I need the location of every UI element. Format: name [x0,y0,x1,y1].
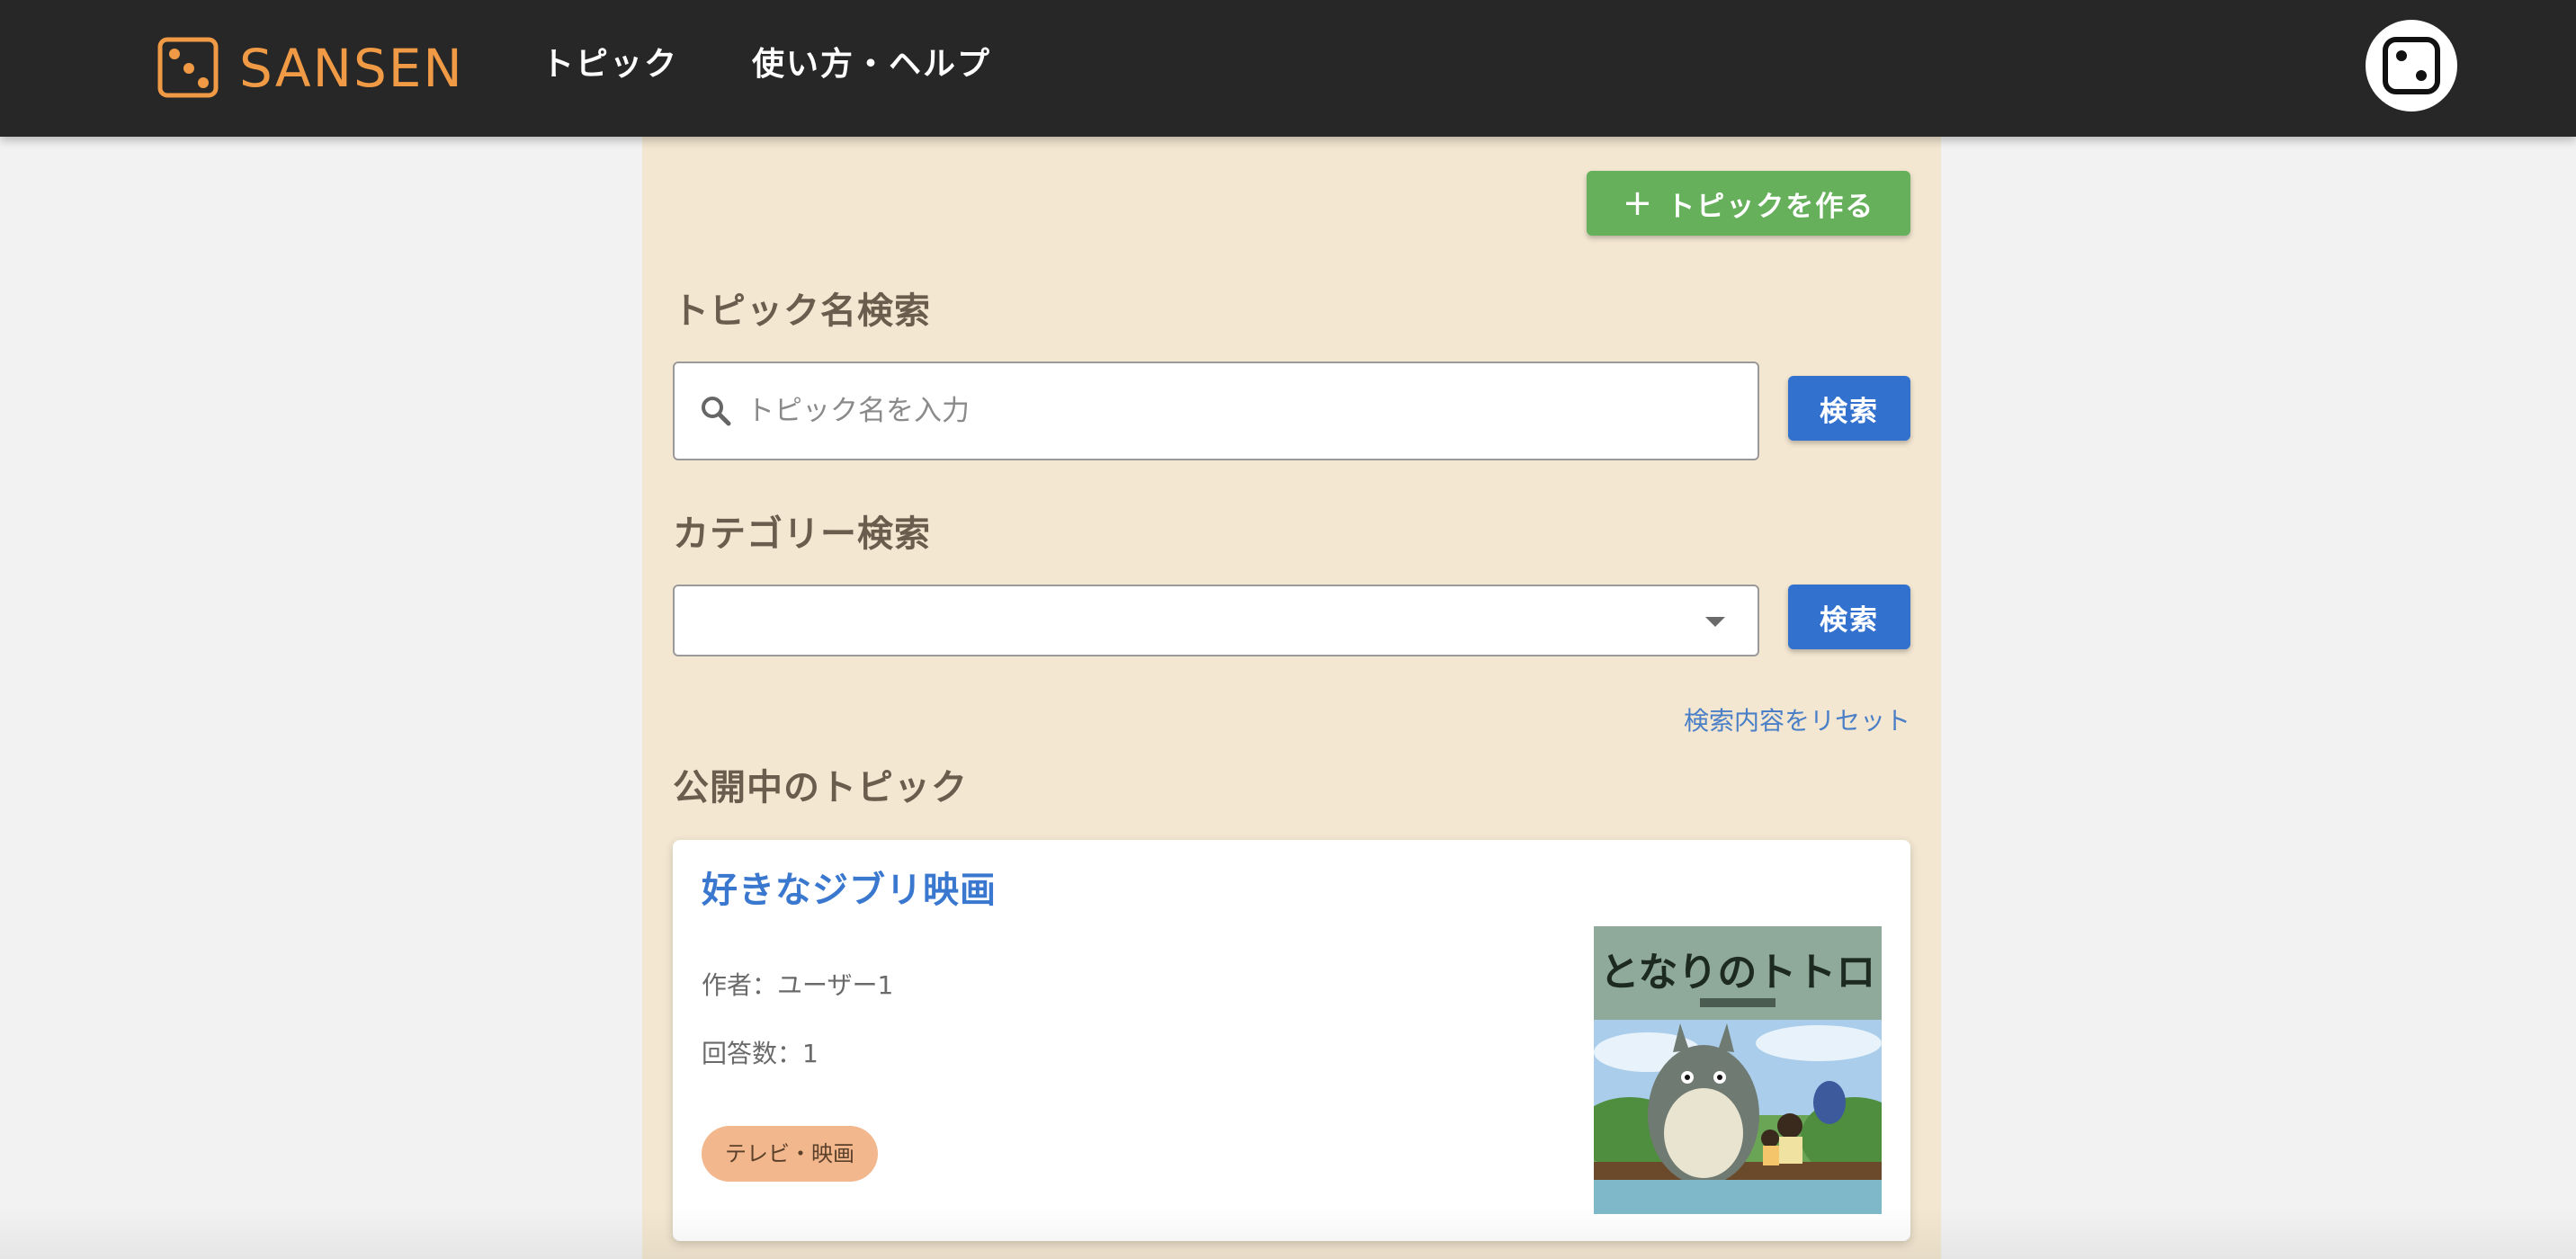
topic-search-button[interactable]: 検索 [1788,376,1910,441]
logo-text: SANSEN [239,38,464,99]
category-search-button[interactable]: 検索 [1788,585,1910,649]
plus-icon: + [1622,183,1655,224]
topic-search-input[interactable] [745,394,1716,428]
thumbnail-title: となりのトトロ [1600,950,1876,996]
search-icon [702,397,731,426]
public-topics-title: 公開中のトピック [673,767,968,808]
reset-search-link[interactable]: 検索内容をリセット [1684,703,1910,739]
create-topic-label: トピックを作る [1667,190,1875,223]
category-chip[interactable]: テレビ・映画 [702,1126,878,1182]
logo[interactable]: SANSEN [157,34,464,103]
topic-card[interactable]: 好きなジブリ映画 作者：ユーザー1 回答数：1 テレビ・映画 となりのトトロ [673,840,1910,1241]
topic-search-title: トピック名検索 [673,290,931,332]
topic-title-link[interactable]: 好きなジブリ映画 [702,865,997,915]
caret-down-icon [1705,617,1725,627]
topic-author: 作者：ユーザー1 [702,970,894,1000]
category-search-title: カテゴリー検索 [673,513,931,555]
nav-topics[interactable]: トピック [541,41,678,88]
dice-icon [2383,37,2440,94]
dice-logo-icon [157,37,219,98]
app-header: SANSEN トピック 使い方・ヘルプ [0,0,2576,137]
topic-answer-count: 回答数：1 [702,1039,818,1068]
topic-search-field[interactable] [673,362,1759,460]
user-avatar[interactable] [2366,20,2457,112]
totoro-poster-image: となりのトトロ [1594,926,1882,1214]
category-select[interactable] [673,585,1759,656]
nav-help[interactable]: 使い方・ヘルプ [752,41,991,88]
topic-thumbnail[interactable]: となりのトトロ [1594,926,1882,1214]
create-topic-button[interactable]: + トピックを作る [1587,171,1910,236]
